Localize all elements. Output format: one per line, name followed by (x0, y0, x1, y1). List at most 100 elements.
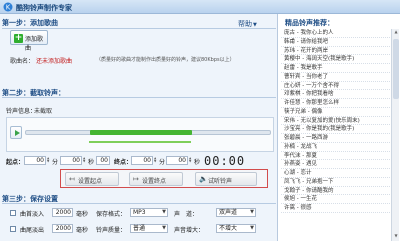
volume-value: 不增大 (219, 225, 238, 232)
recommend-item[interactable]: 宋伟 - 无以复加的爱(快乐周末) (281, 117, 390, 126)
scrollbar[interactable]: ▲ ▼ (391, 29, 399, 241)
recommend-item[interactable]: 孙燕姿 - 遇见 (281, 160, 390, 169)
quality-label: 铃声质量： (96, 227, 127, 234)
current-time-display: 00:00 (204, 154, 246, 168)
spin-arrows-icon[interactable]: ▲ ▼ (154, 157, 156, 163)
fade-in-input[interactable]: 2000 (52, 208, 73, 217)
channel-select[interactable]: 双声道 ▼ (216, 208, 256, 217)
window-title: 酷狗铃声制作专家 (16, 4, 72, 12)
recommend-item[interactable]: 韩甫 - 请你给我吧 (281, 38, 390, 47)
set-end-button[interactable]: ↦ 设置终点 (129, 172, 183, 186)
format-value: MP3 (133, 209, 146, 216)
end-second-input[interactable]: 00 (166, 156, 188, 165)
plus-icon: + (14, 33, 23, 43)
volume-label: 声音增大： (174, 227, 205, 234)
recommend-item[interactable]: 苏玮 - 花开的两岸 (281, 47, 390, 56)
app-logo-icon: K (3, 2, 13, 12)
speaker-icon: 🔈 (199, 175, 208, 183)
channel-value: 双声道 (219, 209, 238, 216)
progress-track[interactable] (25, 130, 271, 135)
recommend-item[interactable]: 凤飞飞 - 兄弟抱一下 (281, 178, 390, 187)
ms-unit: 毫秒 (76, 211, 89, 218)
spin-arrows-icon[interactable]: ▲ ▼ (47, 157, 49, 163)
fade-out-label: 曲尾淡出 (20, 227, 45, 234)
song-name-value: 还未添加歌曲 (36, 58, 73, 65)
volume-select[interactable]: 不增大 ▼ (216, 224, 256, 233)
chevron-down-icon: ▼ (250, 225, 254, 231)
end-label: 终点： (114, 159, 133, 166)
recommend-item[interactable]: 侯旭 - 一生花 (281, 195, 390, 204)
fade-in-label: 曲首淡入 (20, 211, 45, 218)
channel-label: 声 道： (174, 211, 199, 218)
unit-min: 分 (52, 159, 59, 166)
spin-arrows-icon[interactable]: ▲ ▼ (189, 157, 191, 163)
right-arrow-icon: ↦ (133, 175, 139, 183)
recommend-item[interactable]: 孙楠 - 龙战飞 (281, 143, 390, 152)
recommend-title: 精品铃声推荐： (285, 19, 334, 27)
recommend-item[interactable]: 戈翰子 - 你请酷我的 (281, 187, 390, 196)
preview-button[interactable]: 🔈 试听铃声 (195, 172, 257, 186)
recommend-panel: 精品铃声推荐： 庞古 - 我你心上的人 韩甫 - 请你给我吧 苏玮 - 花开的两岸黄… (279, 14, 400, 241)
preview-label: 试听铃声 (208, 178, 233, 185)
recommend-item[interactable]: 曹轩宾 - 当你老了 (281, 73, 390, 82)
divider (2, 28, 276, 29)
recommend-item[interactable]: 庄心妍 - 一万个舍不得 (281, 82, 390, 91)
svg-text:K: K (6, 4, 11, 12)
title-bar: K 酷狗铃声制作专家 (0, 0, 400, 14)
song-name-label: 歌曲名： (10, 58, 35, 65)
unit-sec: 秒 (194, 159, 201, 166)
recommend-item[interactable]: 许嵩 - 很感 (281, 204, 390, 213)
quality-note: （质量好的歌曲才能制作出质量好的铃声，建议80Kbps以上） (96, 57, 235, 63)
recommend-item[interactable]: 沙宝亮 - 你是我的(我是歌手) (281, 125, 390, 134)
recommend-item[interactable]: 黄樱中 - 海阔天空(我是歌手) (281, 55, 390, 64)
recommend-item[interactable]: 心湖 - 恋计 (281, 169, 390, 178)
fade-out-input[interactable]: 2000 (52, 224, 73, 233)
chevron-down-icon: ▼ (250, 209, 254, 215)
waveform (25, 140, 271, 144)
save-settings-row-2: 曲尾淡出 2000 毫秒 铃声质量： 普通 ▼ 声音增大： 不增大 ▼ (10, 224, 276, 235)
set-start-label: 设置起点 (78, 178, 103, 185)
scrollbar-thumb[interactable] (393, 39, 399, 99)
scroll-down-icon[interactable]: ▼ (392, 233, 400, 241)
start-hour-input[interactable]: 00 (24, 156, 46, 165)
recommend-item[interactable]: 筷子兄弟 - 偶像 (281, 108, 390, 117)
divider (2, 203, 276, 204)
format-select[interactable]: MP3 ▼ (130, 208, 168, 217)
fade-in-checkbox[interactable] (10, 210, 16, 216)
recommend-item[interactable]: 庞古 - 我你心上的人 (281, 29, 390, 38)
end-hour-input[interactable]: 00 (131, 156, 153, 165)
start-label: 起点： (6, 159, 25, 166)
ms-unit: 毫秒 (76, 227, 89, 234)
recommend-item[interactable]: 李代沫 - 那夏 (281, 152, 390, 161)
left-arrow-icon: ↤ (69, 175, 75, 183)
recommend-item[interactable]: 赵雷 - 我是歌手 (281, 64, 390, 73)
add-song-button[interactable]: + 添加歌曲 (10, 30, 48, 52)
unit-min: 分 (159, 159, 166, 166)
spin-arrows-icon[interactable]: ▲ ▼ (83, 157, 85, 163)
recommend-item[interactable]: 许佳慧 - 你那里怎么样 (281, 99, 390, 108)
save-settings-row-1: 曲首淡入 2000 毫秒 保存格式： MP3 ▼ 声 道： 双声道 ▼ (10, 208, 276, 219)
start-ms-input[interactable]: 00 (96, 156, 110, 165)
ring-info-value: 未截取 (34, 108, 53, 115)
chevron-down-icon: ▼ (162, 209, 166, 215)
recommend-item[interactable]: 邓紫棋 - 你把我看啥 (281, 90, 390, 99)
ringtone-editor (6, 117, 274, 152)
action-button-group: ↤ 设置起点 ↦ 设置终点 🔈 试听铃声 (60, 169, 268, 188)
start-second-input[interactable]: 00 (60, 156, 82, 165)
quality-value: 普通 (133, 225, 146, 232)
selection-range[interactable] (90, 130, 192, 135)
help-label: 帮助 (238, 20, 252, 28)
quality-select[interactable]: 普通 ▼ (130, 224, 168, 233)
recommend-item[interactable]: 张碧晨 - 一路西游 (281, 134, 390, 143)
step1-title: 第一步：添加歌曲 (2, 19, 58, 27)
play-icon (15, 130, 20, 136)
add-song-label: 添加歌曲 (25, 36, 44, 52)
set-start-button[interactable]: ↤ 设置起点 (65, 172, 119, 186)
fade-out-checkbox[interactable] (10, 226, 16, 232)
waveform-selection (89, 141, 191, 143)
ring-info-label: 铃声信息： (6, 108, 37, 115)
play-button[interactable] (10, 126, 22, 139)
recommend-list: 庞古 - 我你心上的人 韩甫 - 请你给我吧 苏玮 - 花开的两岸 黄樱中 - 海阔天… (281, 29, 390, 213)
scroll-up-icon[interactable]: ▲ (392, 29, 400, 37)
set-end-label: 设置终点 (142, 178, 167, 185)
